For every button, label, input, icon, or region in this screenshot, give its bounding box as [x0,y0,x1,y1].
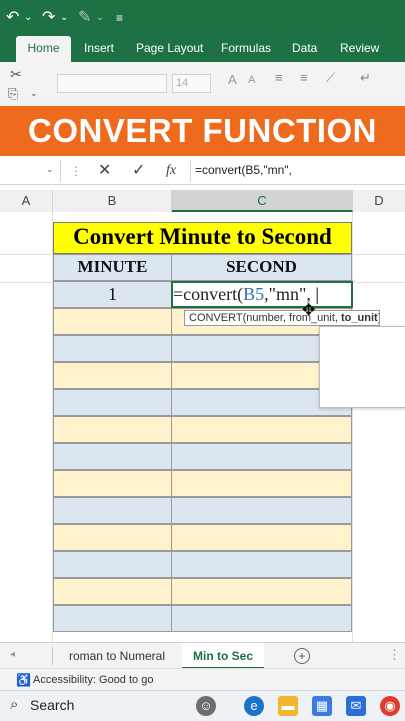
formula-input[interactable]: =convert(B5,"mn", [195,163,292,177]
second-cell[interactable] [171,497,352,524]
chevron-down-icon[interactable]: ⌄ [24,8,32,28]
minute-cell[interactable] [53,551,172,578]
add-sheet-button[interactable]: + [294,648,310,664]
tooltip-current-arg: to_unit [341,312,378,324]
table-title[interactable]: Convert Minute to Second [53,222,352,254]
minute-cell[interactable] [53,605,172,632]
move-cursor-icon: ✥ [302,302,316,319]
search-icon[interactable]: ⌕ [10,696,18,713]
second-cell-editing[interactable]: =convert(B5,"mn", | [171,281,353,308]
formula-cell-reference: B5 [243,284,265,304]
minute-cell[interactable] [53,416,172,443]
cancel-icon[interactable]: ✕ [98,161,111,181]
increase-font-icon[interactable]: A [228,72,237,87]
taskbar-search-label[interactable]: Search [30,697,74,713]
minute-cell[interactable] [53,470,172,497]
windows-taskbar: ⌕ Search ☺ e ▬ ▦ ✉ ◉ [0,690,405,721]
tab-home[interactable]: Home [16,36,71,62]
sheet-tab-roman-to-numeral[interactable]: roman to Numeral [58,643,176,669]
function-tooltip: CONVERT(number, from_unit, to_unit) [184,310,380,326]
align-top-icon[interactable]: ≡ [275,70,283,85]
column-header-a[interactable]: A [0,190,53,212]
title-banner: CONVERT FUNCTION [0,106,405,156]
scroll-left-icon[interactable]: ◂ [10,649,15,660]
tab-formulas[interactable]: Formulas [221,36,271,62]
chevron-down-icon[interactable]: ⌄ [60,8,68,28]
tooltip-end: ) [378,312,379,324]
minute-cell[interactable] [53,389,172,416]
header-second[interactable]: SECOND [171,254,352,281]
second-cell[interactable] [171,470,352,497]
formula-bar: ⌄ ⋮ ✕ ✓ fx =convert(B5,"mn", [0,158,405,185]
ribbon-toolbar: ✂ ⎘ ⌄ 14 A A ≡ ≡ ⟋ ↵ [0,62,405,109]
minute-cell[interactable] [53,335,172,362]
second-cell[interactable] [171,578,352,605]
store-icon[interactable]: ▦ [312,696,332,716]
accessibility-status[interactable]: Accessibility: Good to go [33,669,153,691]
mail-icon[interactable]: ✉ [346,696,366,716]
autocomplete-dropdown[interactable] [319,326,405,408]
more-sheets-icon[interactable]: ⋮ [388,647,401,663]
cut-icon[interactable]: ✂ [10,66,22,83]
title-bar: ↶ ⌄ ↷ ⌄ ✎ ⌄ ≡ [0,0,405,36]
header-minute[interactable]: MINUTE [53,254,172,281]
more-options-icon[interactable]: ⋮ [70,161,82,181]
status-bar: ♿ Accessibility: Good to go [0,668,405,691]
orientation-icon[interactable]: ⟋ [326,70,335,86]
column-header-c[interactable]: C [172,190,353,212]
tab-page-layout[interactable]: Page Layout [136,36,203,62]
minute-cell[interactable] [53,578,172,605]
second-cell[interactable] [171,524,352,551]
second-cell[interactable] [171,605,352,632]
accessibility-icon[interactable]: ♿ [16,669,31,691]
tab-insert[interactable]: Insert [84,36,114,62]
second-cell[interactable] [171,443,352,470]
name-box[interactable]: ⌄ [0,160,61,182]
chevron-down-icon[interactable]: ⌄ [46,164,54,175]
column-header-b[interactable]: B [53,190,172,212]
insert-function-icon[interactable]: fx [166,161,176,181]
ribbon-tabs: Home Insert Page Layout Formulas Data Re… [0,36,405,62]
sheet-tab-bar: ◂ roman to Numeral Min to Sec + ⋮ [0,642,405,669]
mascot-icon[interactable]: ☺ [196,696,216,716]
file-explorer-icon[interactable]: ▬ [278,696,298,716]
column-header-d[interactable]: D [353,190,405,212]
sheet-tab-min-to-sec[interactable]: Min to Sec [182,643,264,669]
decrease-font-icon[interactable]: A [248,74,255,86]
tab-data[interactable]: Data [292,36,317,62]
column-headers: A B C D [0,190,405,213]
chrome-browser-icon[interactable]: ◉ [380,696,400,716]
align-middle-icon[interactable]: ≡ [300,70,308,85]
customize-toolbar-icon[interactable]: ≡ [116,8,123,28]
format-painter-icon[interactable]: ✎ [78,8,91,28]
minute-cell[interactable] [53,308,172,335]
formula-text-prefix: =convert( [173,284,244,304]
text-cursor: | [315,284,319,304]
minute-cell[interactable] [53,443,172,470]
copy-icon[interactable]: ⎘ [8,86,18,102]
minute-cell[interactable]: 1 [53,281,172,308]
tooltip-signature: CONVERT(number, from_unit, [189,312,342,324]
chevron-down-icon[interactable]: ⌄ [30,88,38,99]
tab-review[interactable]: Review [340,36,379,62]
minute-cell[interactable] [53,497,172,524]
enter-check-icon[interactable]: ✓ [132,161,145,181]
second-cell[interactable] [171,416,352,443]
font-name-box[interactable] [57,74,167,93]
second-cell[interactable] [171,551,352,578]
redo-icon[interactable]: ↷ [42,8,55,28]
edge-browser-icon[interactable]: e [244,696,264,716]
minute-cell[interactable] [53,524,172,551]
undo-icon[interactable]: ↶ [6,8,19,28]
wrap-text-icon[interactable]: ↵ [360,70,371,86]
minute-cell[interactable] [53,362,172,389]
font-size-box[interactable]: 14 [172,74,211,93]
chevron-down-icon[interactable]: ⌄ [96,8,104,28]
